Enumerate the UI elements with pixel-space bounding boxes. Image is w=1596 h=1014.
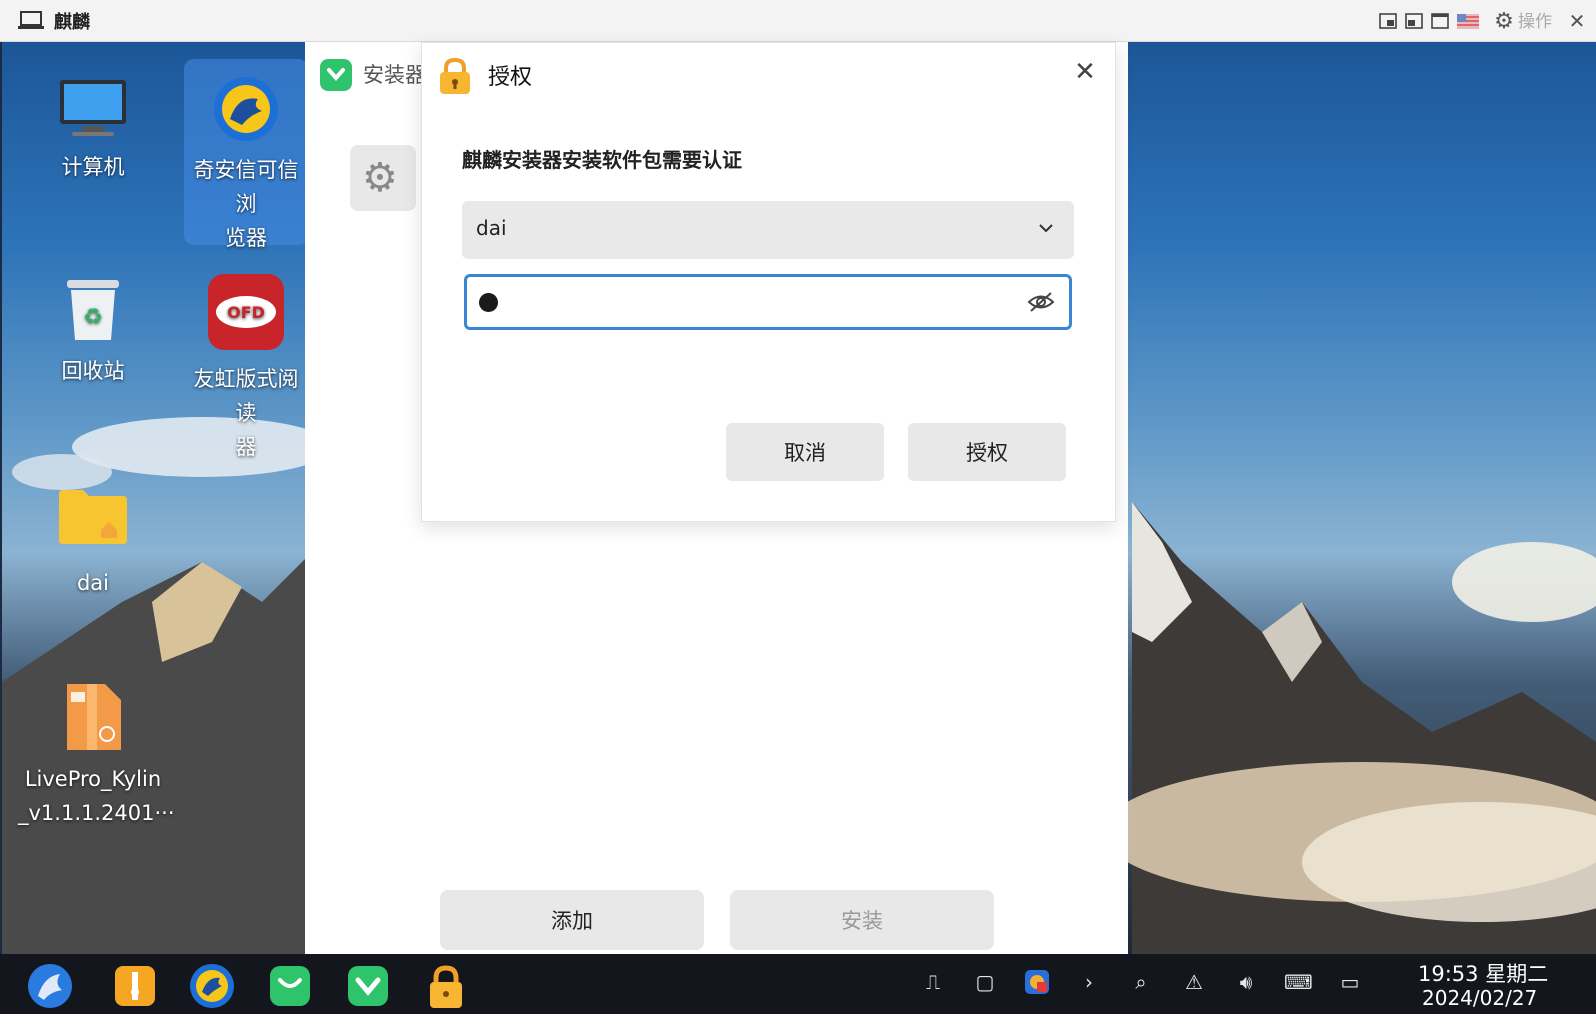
clock-date[interactable]: 2024/02/27 (1422, 986, 1537, 1010)
security-center-icon[interactable] (1023, 968, 1051, 996)
svg-text:♻: ♻ (83, 305, 103, 330)
installer-logo-icon (320, 59, 352, 91)
clock-time[interactable]: 19:53 星期二 (1418, 958, 1548, 988)
eye-hidden-icon[interactable] (1027, 291, 1055, 313)
package-file-icon (67, 684, 121, 750)
maximize-icon[interactable] (1429, 9, 1451, 33)
desktop-icon-label: dai (76, 571, 110, 595)
auth-dialog: 授权 ✕ 麒麟安装器安装软件包需要认证 dai 取消 授权 (421, 42, 1116, 522)
keyboard-layout-flag-icon[interactable] (1456, 9, 1480, 33)
dialog-title: 授权 (488, 65, 533, 90)
user-select[interactable]: dai (462, 201, 1074, 259)
auth-message: 麒麟安装器安装软件包需要认证 (462, 148, 742, 172)
taskbar: ⎍ ▢ › ⌕ ⚠ 🔊︎ ⌨ ▭ 19:53 星期二 2024/02/27 (0, 954, 1596, 1014)
desktop-icon-label: 计算机 (61, 155, 125, 179)
ofd-reader-icon: OFD (208, 274, 284, 350)
desktop-icon-label: LivePro_Kylin (24, 767, 162, 791)
authorize-button[interactable]: 授权 (908, 423, 1066, 481)
vm-title-bar: 麒麟 ⚙ 操作 ✕ (0, 0, 1596, 42)
operations-menu[interactable]: 操作 (1518, 7, 1552, 32)
snap-window-icon[interactable] (1403, 9, 1425, 33)
svg-text:OFD: OFD (227, 303, 265, 322)
desktop-icon-label: 器 (235, 435, 257, 459)
lock-icon[interactable] (422, 962, 470, 1010)
gear-icon: ⚙ (362, 155, 398, 201)
chevron-down-icon (1039, 224, 1053, 233)
close-icon[interactable]: ✕ (1070, 57, 1100, 87)
folder-icon (59, 490, 127, 544)
start-menu-icon[interactable] (26, 962, 74, 1010)
desktop-icon-recycle-bin[interactable]: ♻ 回收站 (31, 272, 155, 412)
desktop-icon-label: 览器 (225, 226, 267, 250)
desktop-icon-label: _v1.1.1.2401··· (18, 801, 175, 825)
restore-small-icon[interactable] (1377, 9, 1399, 33)
gear-icon[interactable]: ⚙ (1492, 9, 1516, 34)
computer-icon (18, 11, 44, 29)
browser-icon[interactable] (188, 962, 236, 1010)
close-icon[interactable]: ✕ (1566, 9, 1588, 33)
installer-icon[interactable] (344, 962, 392, 1010)
search-icon[interactable]: ⌕ (1127, 968, 1155, 996)
lock-icon (440, 57, 470, 94)
package-placeholder: ⚙ (350, 145, 416, 211)
notification-icon[interactable]: ▭ (1336, 968, 1364, 996)
keyboard-icon[interactable]: ⌨ (1284, 968, 1313, 996)
chevron-right-icon[interactable]: › (1075, 968, 1103, 996)
document-icon[interactable]: ▢ (971, 968, 999, 996)
add-button[interactable]: 添加 (440, 890, 704, 950)
cancel-button[interactable]: 取消 (726, 423, 884, 481)
monitor-icon (60, 80, 126, 136)
desktop-icon-livepro-package[interactable]: LivePro_Kylin _v1.1.1.2401··· (18, 682, 175, 842)
volume-icon[interactable]: 🔊︎ (1232, 968, 1260, 996)
usb-icon[interactable]: ⎍ (919, 968, 947, 996)
desktop-icon-home-folder[interactable]: dai (31, 482, 155, 622)
password-input[interactable] (464, 274, 1072, 330)
desktop-icon-label: 奇安信可信浏 (193, 158, 299, 216)
vm-window-title: 麒麟 (54, 12, 90, 33)
file-manager-icon[interactable] (111, 962, 159, 1010)
desktop-icon-computer[interactable]: 计算机 (31, 70, 155, 210)
desktop-icon-label: 友虹版式阅读 (193, 367, 299, 425)
selected-user: dai (476, 216, 507, 240)
app-store-icon[interactable] (266, 962, 314, 1010)
password-mask-dot (479, 293, 498, 312)
recycle-bin-icon: ♻ (67, 280, 119, 340)
desktop-icon-ofd-reader[interactable]: OFD 友虹版式阅读 器 (184, 272, 308, 472)
desktop-icon-qianxin-browser[interactable]: 奇安信可信浏 览器 (184, 59, 308, 250)
installer-title: 安装器 (363, 63, 426, 87)
desktop-icon-label: 回收站 (61, 359, 125, 383)
browser-icon (214, 77, 278, 141)
install-button[interactable]: 安装 (730, 890, 994, 950)
network-warning-icon[interactable]: ⚠ (1180, 968, 1208, 996)
